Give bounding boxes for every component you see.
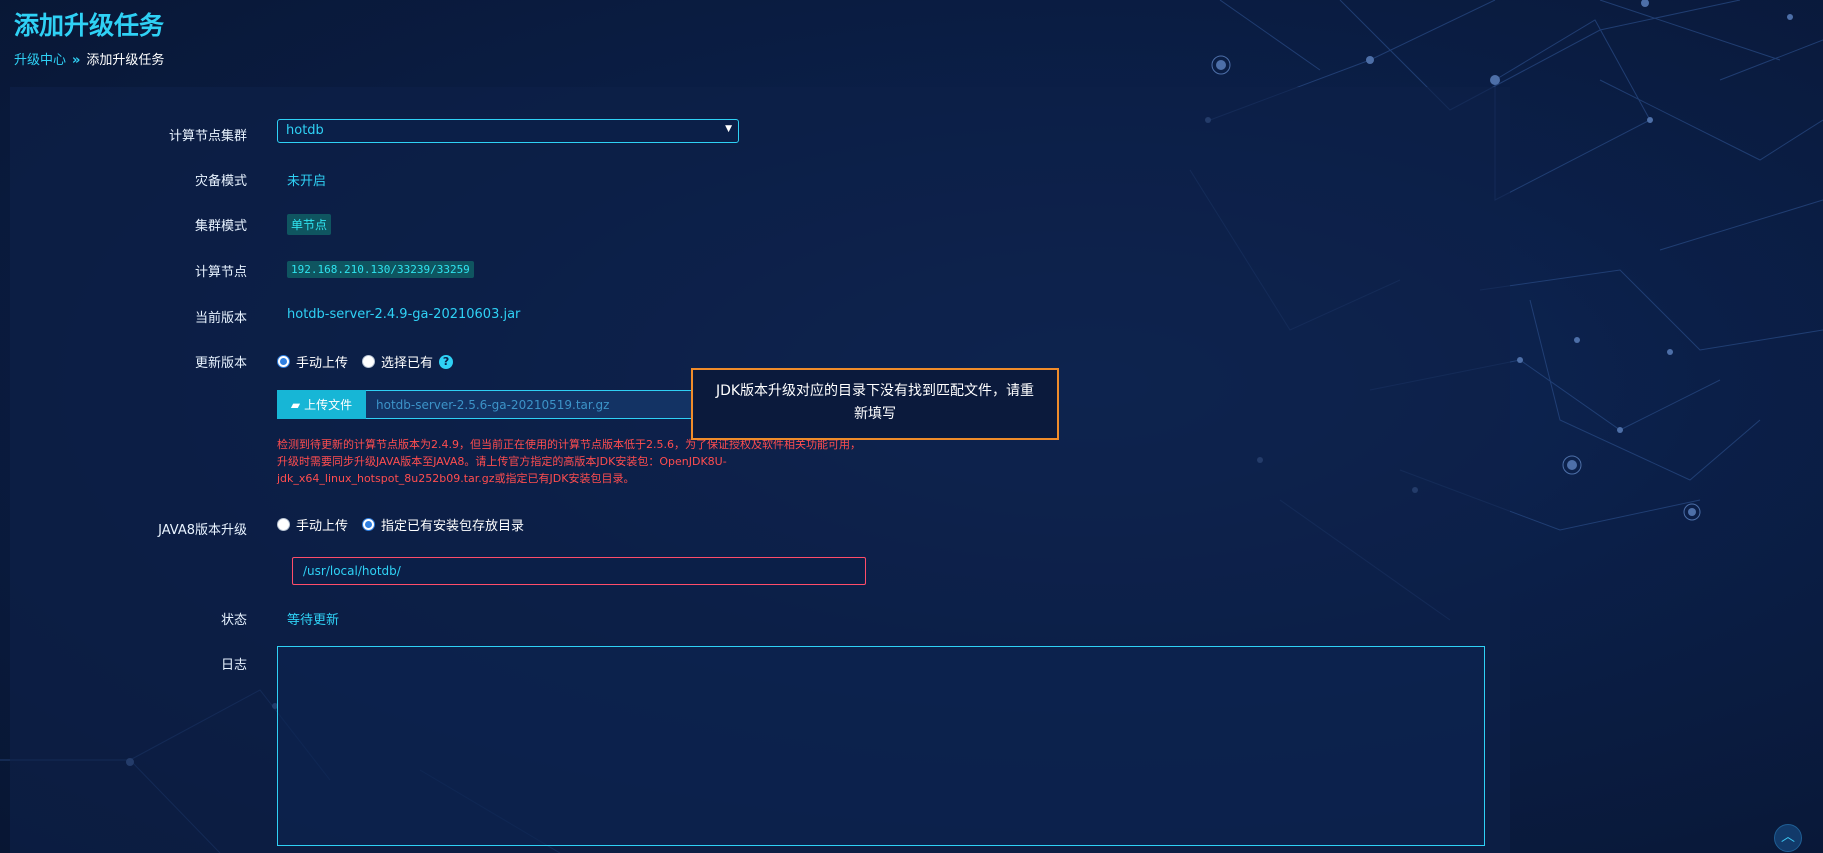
error-tooltip: JDK版本升级对应的目录下没有找到匹配文件，请重新填写	[691, 368, 1059, 440]
update-version-radio-group: 手动上传 选择已有 ?	[277, 352, 454, 371]
compute-node-badge: 192.168.210.130/33239/33259	[287, 261, 474, 278]
radio-select-existing-label[interactable]: 选择已有	[381, 352, 433, 371]
radio-java-existing-dir[interactable]	[362, 518, 376, 531]
current-version-value: hotdb-server-2.4.9-ga-20210603.jar	[287, 307, 521, 322]
page-title: 添加升级任务	[14, 11, 165, 40]
status-label: 状态	[220, 613, 247, 628]
upload-file-button[interactable]: ▰ 上传文件	[277, 390, 366, 419]
cluster-select[interactable]: hotdb ▼	[277, 119, 739, 143]
disaster-mode-value: 未开启	[287, 174, 327, 189]
radio-java-manual-upload[interactable]	[277, 518, 290, 531]
back-to-top-button[interactable]: ︿	[1774, 824, 1802, 852]
upload-file-button-label: 上传文件	[304, 398, 353, 412]
log-textarea[interactable]	[277, 646, 1485, 846]
jdk-path-input[interactable]: /usr/local/hotdb/	[292, 557, 866, 585]
uploaded-file-name[interactable]: hotdb-server-2.5.6-ga-20210519.tar.gz	[366, 390, 697, 419]
breadcrumb: 升级中心 » 添加升级任务	[14, 49, 164, 68]
cluster-label: 计算节点集群	[168, 129, 247, 144]
disaster-mode-label: 灾备模式	[194, 174, 247, 189]
breadcrumb-link-upgrade-center[interactable]: 升级中心	[14, 53, 66, 68]
java-version-warning: 检测到待更新的计算节点版本为2.4.9，但当前正在使用的计算节点版本低于2.5.…	[277, 438, 861, 485]
java8-radio-group: 手动上传 指定已有安装包存放目录	[277, 515, 538, 534]
cluster-mode-label: 集群模式	[194, 219, 247, 234]
help-icon[interactable]: ?	[439, 354, 454, 369]
radio-java-existing-dir-label[interactable]: 指定已有安装包存放目录	[381, 515, 524, 534]
status-value: 等待更新	[287, 613, 340, 628]
radio-manual-upload-label[interactable]: 手动上传	[296, 352, 348, 371]
caret-down-icon: ▼	[725, 124, 732, 134]
update-version-label: 更新版本	[194, 356, 247, 371]
cluster-mode-badge: 单节点	[287, 214, 332, 235]
compute-node-label: 计算节点	[194, 265, 247, 280]
java8-upgrade-label: JAVA8版本升级	[158, 523, 247, 538]
radio-select-existing[interactable]	[362, 355, 376, 368]
file-upload: ▰ 上传文件 hotdb-server-2.5.6-ga-20210519.ta…	[277, 390, 697, 419]
folder-open-icon: ▰	[290, 397, 301, 412]
log-label: 日志	[220, 658, 247, 673]
radio-manual-upload[interactable]	[277, 355, 290, 368]
chevron-up-icon: ︿	[1781, 829, 1795, 845]
current-version-label: 当前版本	[194, 311, 247, 326]
breadcrumb-separator-icon: »	[72, 53, 81, 68]
breadcrumb-current: 添加升级任务	[86, 53, 165, 68]
radio-java-manual-upload-label[interactable]: 手动上传	[296, 515, 348, 534]
cluster-select-value: hotdb	[286, 123, 324, 138]
